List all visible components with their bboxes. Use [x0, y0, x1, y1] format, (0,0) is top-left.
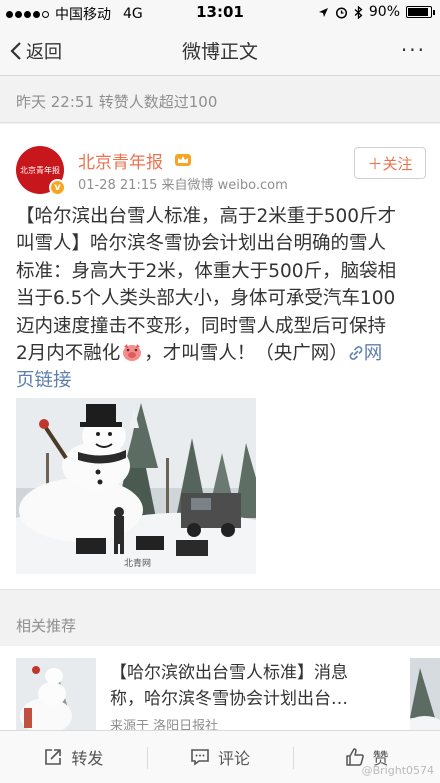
- post-line: 【哈尔滨出台雪人标准，高于2米重于500斤才: [16, 206, 397, 227]
- related-source: 来源于 洛阳日报社: [110, 719, 219, 730]
- repost-meta-text: 昨天 22:51 转赞人数超过100: [16, 93, 218, 111]
- related-title-line: 【哈尔滨欲出台雪人标准】消息: [110, 663, 348, 683]
- post-text-segment: ，才叫雪人！（央广网）: [144, 343, 348, 365]
- alarm-clock-icon: [335, 6, 347, 19]
- avatar[interactable]: 北京青年报 v: [16, 146, 66, 196]
- related-thumbnail: [16, 658, 96, 730]
- repost-meta: 昨天 22:51 转赞人数超过100: [0, 77, 440, 123]
- battery-percent: 90%: [368, 4, 400, 20]
- comment-button[interactable]: 评论: [146, 731, 294, 783]
- web-link-continued[interactable]: 页链接: [16, 367, 426, 394]
- post-line: 2月内不融化 ，才叫雪人！（央广网） 网: [16, 340, 426, 367]
- pig-emoji-icon: [123, 344, 142, 362]
- more-button[interactable]: ···: [401, 38, 426, 62]
- post-line: 叫雪人】哈尔滨冬雪协会计划出台明确的雪人: [16, 233, 387, 255]
- repost-button[interactable]: 转发: [0, 731, 147, 783]
- image-watermark: 北青网: [124, 557, 151, 569]
- repost-icon: [45, 749, 62, 765]
- crown-icon: [175, 154, 191, 166]
- related-item[interactable]: 【哈尔滨欲出台雪人标准】消息 称，哈尔滨冬雪协会计划出台… 来源于 洛阳日报社: [0, 646, 440, 730]
- snowman-photo: 北青网: [16, 398, 256, 574]
- related-title-line: 称，哈尔滨冬雪协会计划出台…: [110, 689, 348, 709]
- location-arrow-icon: [318, 7, 328, 17]
- author-name[interactable]: 北京青年报: [78, 148, 163, 173]
- post-time-source: 01-28 21:15 来自微博 weibo.com: [78, 178, 288, 193]
- comment-icon: [191, 749, 209, 766]
- status-right: 90%: [318, 4, 435, 20]
- avatar-text: 北京青年报: [20, 165, 60, 175]
- status-bar: 中国移动 4G 13:01 90%: [0, 0, 440, 24]
- link-icon: [349, 346, 363, 360]
- related-header: 相关推荐: [0, 590, 440, 646]
- post-line: 迈内速度撞击不变形，同时雪人成型后可保持: [16, 315, 387, 337]
- post-image[interactable]: 北青网: [16, 398, 256, 574]
- nav-bar: 返回 微博正文 ···: [0, 24, 440, 76]
- follow-button[interactable]: ＋关注: [354, 147, 426, 179]
- post-line: 标准：身高大于2米，体重大于500斤，脑袋相: [16, 260, 397, 282]
- page-title: 微博正文: [181, 41, 258, 63]
- comment-label: 评论: [218, 749, 251, 768]
- bluetooth-icon: [354, 5, 363, 19]
- post-line: 当于6.5个人类头部大小，身体可承受汽车100: [16, 288, 396, 310]
- related-header-label: 相关推荐: [16, 617, 77, 635]
- related-title: 【哈尔滨欲出台雪人标准】消息 称，哈尔滨冬雪协会计划出台…: [110, 660, 400, 712]
- post-body: 【哈尔滨出台雪人标准，高于2米重于500斤才 叫雪人】哈尔滨冬雪协会计划出台明确…: [16, 203, 426, 395]
- link-text-part: 网: [363, 343, 383, 365]
- screenshot-watermark: @Bright0574: [361, 764, 434, 777]
- battery-icon: [406, 6, 435, 18]
- verified-badge-icon: v: [49, 179, 66, 196]
- post-text-segment: 2月内不融化: [16, 343, 121, 365]
- repost-label: 转发: [71, 749, 104, 768]
- related-thumbnail-next: [410, 658, 440, 730]
- web-link[interactable]: 网: [348, 343, 383, 365]
- post-card: 北京青年报 v 北京青年报 01-28 21:15 来自微博 weibo.com…: [0, 124, 440, 590]
